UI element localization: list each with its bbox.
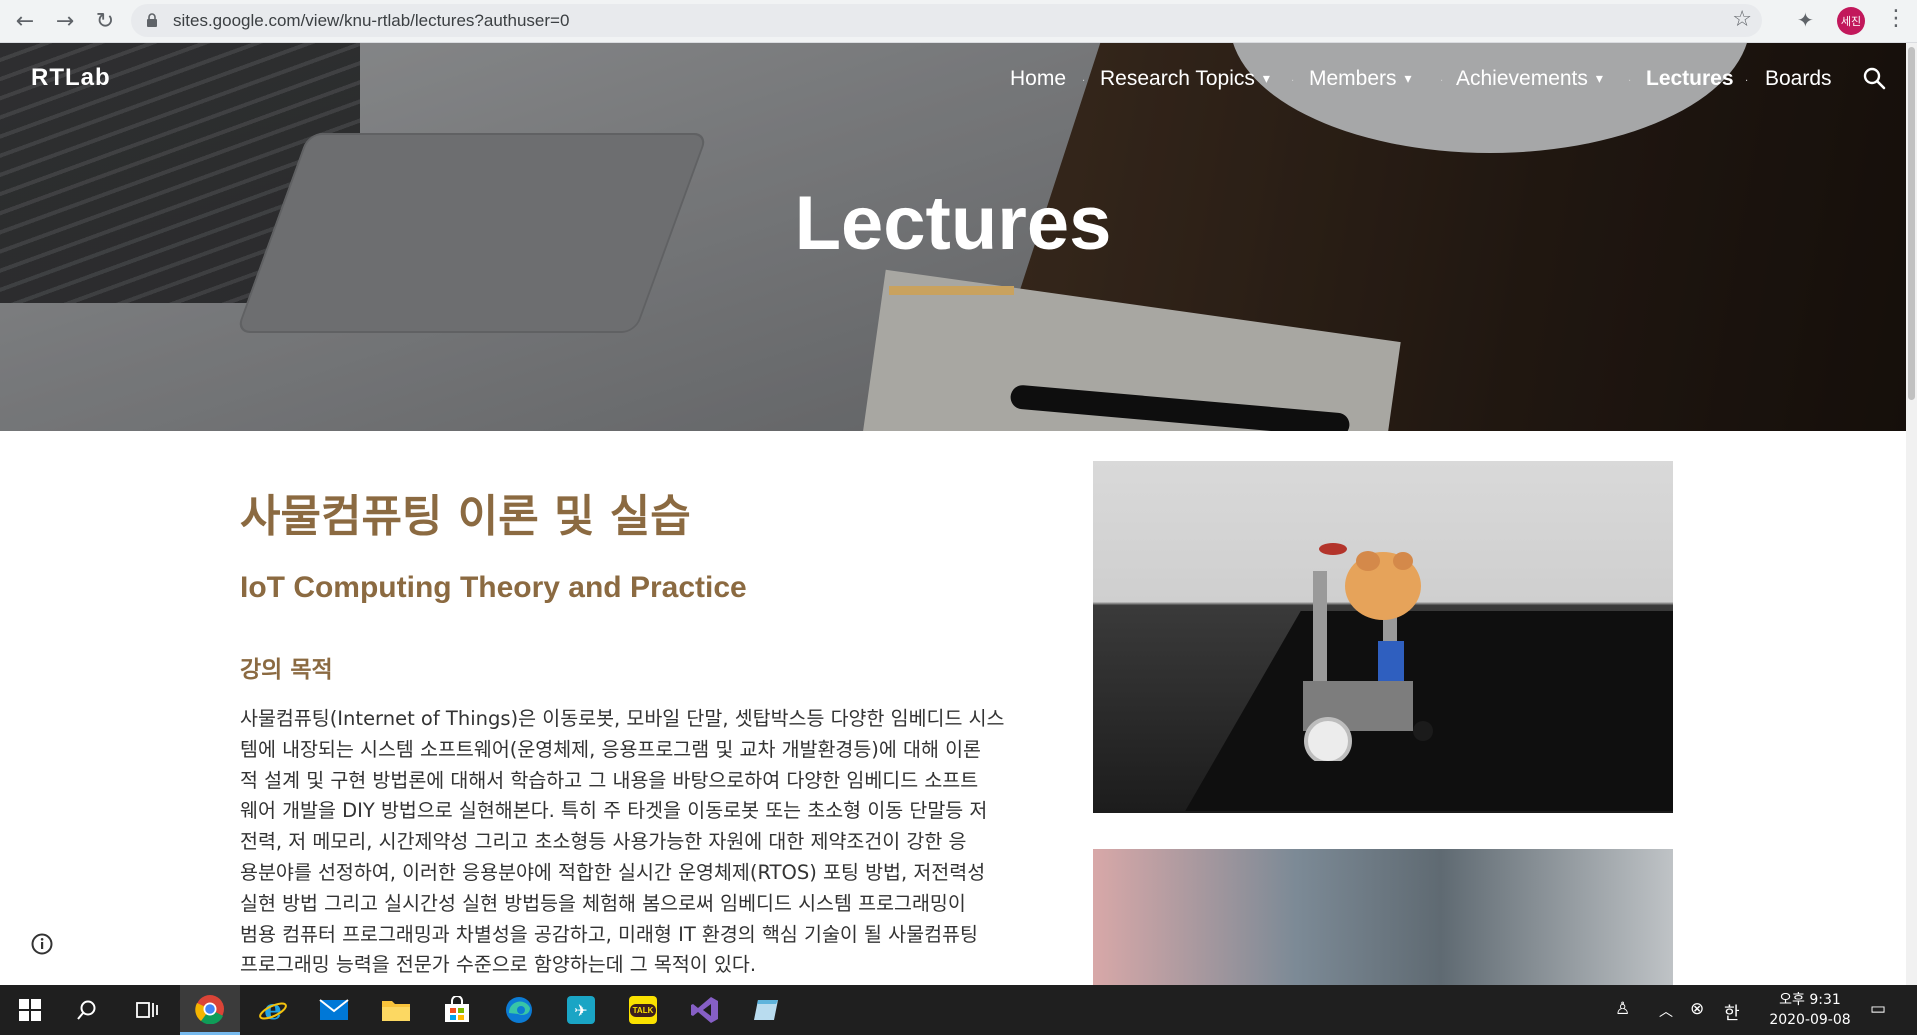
- robot-illustration: [1303, 543, 1433, 761]
- paragraph-line: 전력, 저 메모리, 시간제약성 그리고 초소형등 사용가능한 자원에 대한 제…: [240, 830, 967, 854]
- svg-text:e: e: [264, 995, 282, 1025]
- ime-indicator[interactable]: 한: [1724, 999, 1740, 1024]
- nav-separator: ·: [1440, 76, 1444, 87]
- address-bar[interactable]: sites.google.com/view/knu-rtlab/lectures…: [131, 4, 1762, 37]
- clock-date: 2020-09-08: [1769, 1012, 1851, 1028]
- browser-toolbar: ← → ↻ sites.google.com/view/knu-rtlab/le…: [0, 0, 1917, 43]
- file-explorer-icon[interactable]: [366, 985, 426, 1035]
- edge-icon[interactable]: [489, 985, 549, 1035]
- course-description: 사물컴퓨팅(Internet of Things)은 이동로봇, 모바일 단말,…: [240, 704, 1044, 981]
- notepad-icon[interactable]: [737, 985, 797, 1035]
- paragraph-line: 범용 컴퓨터 프로그래밍과 차별성을 공감하고, 미래형 IT 환경의 핵심 기…: [240, 922, 978, 946]
- course-title-korean: 사물컴퓨팅 이론 및 실습: [240, 491, 691, 542]
- search-icon[interactable]: [1862, 66, 1886, 90]
- chevron-down-icon: ▾: [1595, 70, 1603, 86]
- chevron-down-icon: ▾: [1262, 70, 1270, 86]
- paragraph-line: 템에 내장되는 시스템 소프트웨어(운영체제, 응용프로그램 및 교차 개발환경…: [240, 737, 981, 761]
- url-text: sites.google.com/view/knu-rtlab/lectures…: [173, 11, 570, 30]
- section-heading: 강의 목적: [240, 657, 333, 683]
- visual-studio-icon[interactable]: [675, 985, 735, 1035]
- nav-research-topics[interactable]: Research Topics ▾: [1100, 67, 1270, 91]
- paragraph-line: 실현 방법 그리고 실시간성 실현 방법등을 체험해 봄으로써 임베디드 시스템…: [240, 891, 966, 915]
- nav-separator: ·: [1628, 76, 1632, 87]
- back-icon[interactable]: ←: [10, 6, 40, 36]
- ie-icon[interactable]: e: [243, 985, 303, 1035]
- notification-icon[interactable]: ▭: [1870, 999, 1886, 1019]
- start-icon[interactable]: [0, 985, 60, 1035]
- reload-icon[interactable]: ↻: [90, 6, 120, 36]
- extensions-icon[interactable]: ✦: [1797, 8, 1814, 32]
- lock-icon: [147, 13, 157, 27]
- clock-time: 오후 9:31: [1779, 992, 1841, 1008]
- paragraph-line: 적 설계 및 구현 방법론에 대해서 학습하고 그 내용을 바탕으로하여 다양한…: [240, 768, 979, 792]
- people-icon[interactable]: ♙: [1615, 999, 1630, 1019]
- title-underline: [889, 286, 1014, 295]
- nav-separator: ·: [1745, 76, 1749, 87]
- page-title: Lectures: [794, 181, 1112, 266]
- nav-separator: ·: [1082, 76, 1086, 87]
- nav-separator: ·: [1291, 76, 1295, 87]
- nav-home[interactable]: Home: [1010, 67, 1066, 91]
- paragraph-line: 프로그래밍 능력을 전문가 수준으로 함양하는데 그 목적이 있다.: [240, 953, 757, 977]
- nav-boards[interactable]: Boards: [1765, 67, 1832, 91]
- chrome-icon[interactable]: [180, 985, 240, 1035]
- paragraph-line: 용분야를 선정하여, 이러한 응용분야에 적합한 실시간 운영체제(RTOS) …: [240, 860, 986, 884]
- star-icon[interactable]: ☆: [1732, 7, 1752, 32]
- screen: ← → ↻ sites.google.com/view/knu-rtlab/le…: [0, 0, 1917, 1035]
- nav-lectures[interactable]: Lectures: [1646, 67, 1734, 91]
- kakaotalk-icon[interactable]: TALK: [613, 985, 673, 1035]
- task-view-icon[interactable]: [117, 985, 177, 1035]
- paragraph-line: 사물컴퓨팅(Internet of Things)은 이동로봇, 모바일 단말,…: [240, 707, 1005, 730]
- course-title-english: IoT Computing Theory and Practice: [240, 571, 747, 604]
- chevron-down-icon: ▾: [1404, 70, 1412, 86]
- students-photo: [1093, 849, 1673, 986]
- kebab-menu-icon[interactable]: ⋮: [1885, 6, 1907, 31]
- chevron-up-icon[interactable]: ︿: [1659, 1001, 1673, 1021]
- paragraph-line: 웨어 개발을 DIY 방법으로 실현해본다. 특히 주 타겟을 이동로봇 또는 …: [240, 799, 988, 823]
- robot-photo: [1093, 461, 1673, 813]
- taskbar-clock[interactable]: 오후 9:31 2020-09-08: [1758, 990, 1862, 1030]
- avatar[interactable]: 세진: [1837, 7, 1865, 35]
- kakaotalk-label: TALK: [629, 1003, 657, 1017]
- site-brand[interactable]: RTLab: [31, 64, 111, 92]
- nav-members[interactable]: Members ▾: [1309, 67, 1412, 91]
- mail-icon[interactable]: [304, 985, 364, 1035]
- scrollbar-thumb[interactable]: [1908, 47, 1915, 400]
- network-error-icon[interactable]: ⊗: [1690, 999, 1704, 1019]
- info-icon[interactable]: [30, 932, 54, 956]
- windows-taskbar: e ✈ TALK ♙ ︿ ⊗ 한 오후 9:31 2020-09-08 ▭: [0, 985, 1917, 1035]
- page-scrollbar[interactable]: [1906, 43, 1917, 985]
- search-icon[interactable]: [57, 985, 117, 1035]
- forward-icon[interactable]: →: [50, 6, 80, 36]
- store-icon[interactable]: [427, 985, 487, 1035]
- nav-achievements[interactable]: Achievements ▾: [1456, 67, 1603, 91]
- app-icon[interactable]: ✈: [551, 985, 611, 1035]
